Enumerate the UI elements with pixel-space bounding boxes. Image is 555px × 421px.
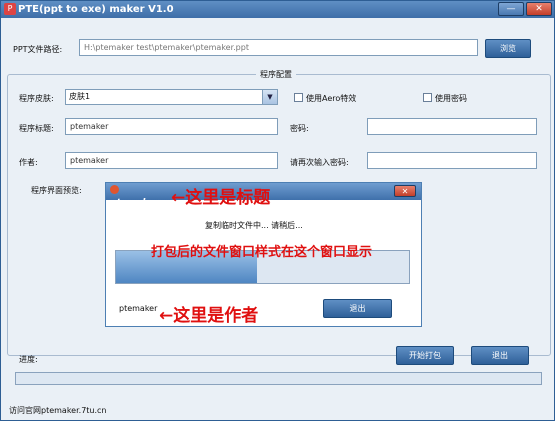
exit-button[interactable]: 退出 — [471, 346, 529, 365]
preview-label: 程序界面预览: — [31, 186, 82, 195]
preview-logo-text: ptemaker — [110, 198, 159, 208]
title-bar[interactable]: P PTE(ppt to exe) maker V1.0 — ✕ — [1, 1, 554, 18]
author-annotation: ←这里是作者 — [159, 306, 259, 326]
window-title: PTE(ppt to exe) maker V1.0 — [18, 4, 174, 15]
author-input[interactable]: ptemaker — [65, 152, 278, 169]
preview-author-text: ptemaker — [119, 304, 158, 313]
browse-button[interactable]: 浏览 — [485, 39, 531, 58]
skin-select-value: 皮肤1 — [69, 92, 91, 101]
website-link[interactable]: 访问官网ptemaker.7tu.cn — [9, 405, 107, 416]
preview-close-button: ✕ — [394, 185, 416, 197]
minimize-button[interactable]: — — [498, 2, 524, 16]
aero-checkbox[interactable] — [294, 93, 303, 102]
window-annotation: 打包后的文件窗口样式在这个窗口显示 — [151, 245, 373, 260]
program-title-label: 程序标题: — [19, 124, 54, 133]
close-button[interactable]: ✕ — [526, 2, 552, 16]
progress-label: 进度: — [19, 355, 38, 364]
skin-select[interactable]: 皮肤1 ▼ — [65, 89, 278, 105]
chevron-down-icon[interactable]: ▼ — [262, 90, 277, 104]
start-pack-button[interactable]: 开始打包 — [396, 346, 454, 365]
logo-dot-icon — [110, 185, 119, 194]
main-window: P PTE(ppt to exe) maker V1.0 — ✕ PPT文件路径… — [0, 0, 555, 421]
skin-label: 程序皮肤: — [19, 94, 54, 103]
preview-status-text: 复制临时文件中... 请稍后... — [205, 221, 303, 230]
ppt-path-label: PPT文件路径: — [13, 45, 63, 54]
author-label: 作者: — [19, 158, 38, 167]
preview-exit-button: 退出 — [323, 299, 392, 318]
use-password-checkbox[interactable] — [423, 93, 432, 102]
program-title-input[interactable]: ptemaker — [65, 118, 278, 135]
main-progress-bar — [15, 372, 542, 385]
aero-label: 使用Aero特效 — [306, 94, 357, 103]
title-annotation: ←这里是标题 — [171, 188, 271, 208]
confirm-password-label: 请再次输入密码: — [290, 158, 349, 167]
use-password-label: 使用密码 — [435, 94, 467, 103]
confirm-password-input[interactable] — [367, 152, 537, 169]
password-label: 密码: — [290, 124, 309, 133]
ppt-path-input[interactable]: H:\ptemaker test\ptemaker\ptemaker.ppt — [79, 39, 478, 56]
config-group-title: 程序配置 — [256, 69, 296, 80]
app-icon: P — [4, 3, 16, 15]
password-input[interactable] — [367, 118, 537, 135]
preview-logo: ptemaker — [110, 185, 166, 208]
